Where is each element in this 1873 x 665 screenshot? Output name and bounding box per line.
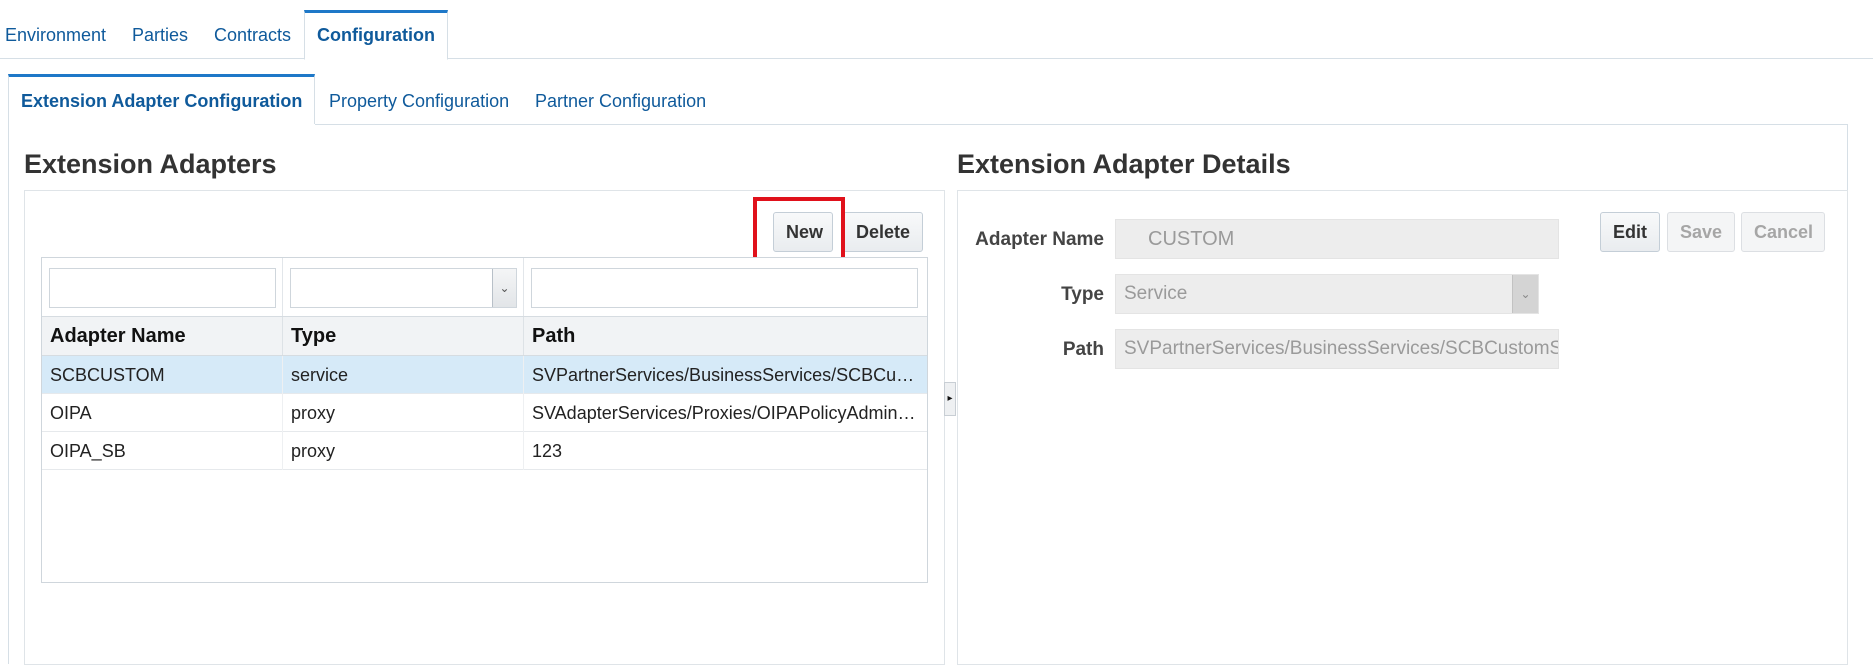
tab-property-configuration[interactable]: Property Configuration [329, 74, 509, 124]
type-select-value: Service [1124, 283, 1188, 304]
tab-parties[interactable]: Parties [132, 10, 188, 59]
table-row[interactable]: OIPA proxy SVAdapterServices/Proxies/OIP… [42, 394, 927, 432]
path-label: Path [1062, 339, 1104, 360]
new-button[interactable]: New [773, 212, 833, 252]
cell-type: proxy [283, 394, 524, 432]
table-row[interactable]: OIPA_SB proxy 123 [42, 432, 927, 470]
top-tab-bar: Environment Parties Contracts Configurat… [0, 10, 1873, 60]
chevron-down-icon[interactable]: ⌄ [1512, 275, 1538, 313]
filter-type-select[interactable]: ⌄ [290, 268, 517, 308]
extension-adapters-title: Extension Adapters [24, 149, 277, 179]
cancel-button[interactable]: Cancel [1741, 212, 1825, 252]
adapters-table: ⌄ Adapter Name Type Path SCBCUSTOM servi… [41, 257, 928, 583]
table-row[interactable]: SCBCUSTOM service SVPartnerServices/Busi… [42, 356, 927, 394]
column-header-adapter-name[interactable]: Adapter Name [42, 317, 283, 355]
extension-adapter-details-title: Extension Adapter Details [957, 149, 1291, 179]
cell-adapter-name: SCBCUSTOM [42, 356, 283, 394]
adapter-name-label: Adapter Name [975, 229, 1104, 250]
filter-cell-type: ⌄ [283, 258, 524, 316]
filter-name-input[interactable] [49, 268, 276, 308]
column-header-path[interactable]: Path [524, 317, 927, 355]
tab-environment[interactable]: Environment [5, 10, 106, 59]
cell-type: proxy [283, 432, 524, 470]
type-select[interactable]: Service ⌄ [1115, 274, 1539, 314]
cell-type: service [283, 356, 524, 394]
edit-button[interactable]: Edit [1600, 212, 1660, 252]
cell-adapter-name: OIPA [42, 394, 283, 432]
save-button[interactable]: Save [1667, 212, 1735, 252]
adapter-name-field[interactable]: CUSTOM [1115, 219, 1559, 259]
filter-cell-name [42, 258, 283, 316]
cell-adapter-name: OIPA_SB [42, 432, 283, 470]
tab-configuration[interactable]: Configuration [304, 10, 448, 60]
column-header-type[interactable]: Type [283, 317, 524, 355]
extension-adapter-details-panel [957, 190, 1848, 665]
cell-path: SVPartnerServices/BusinessServices/SCBCu… [532, 365, 927, 385]
path-field[interactable]: SVPartnerServices/BusinessServices/SCBCu… [1115, 329, 1559, 369]
type-label: Type [1061, 284, 1104, 305]
cell-path: SVAdapterServices/Proxies/OIPAPolicyAdmi… [532, 403, 927, 423]
filter-cell-path [524, 258, 927, 316]
chevron-down-icon[interactable]: ⌄ [492, 269, 516, 307]
tab-contracts[interactable]: Contracts [214, 10, 291, 59]
cell-path: 123 [532, 441, 563, 461]
tab-extension-adapter-configuration[interactable]: Extension Adapter Configuration [8, 74, 316, 124]
panel-splitter-collapse-icon[interactable]: ▸ [944, 382, 956, 416]
filter-path-input[interactable] [531, 268, 918, 308]
sub-tab-bar: Extension Adapter Configuration Property… [8, 74, 1848, 124]
tab-partner-configuration[interactable]: Partner Configuration [535, 74, 706, 124]
table-header: Adapter Name Type Path [42, 316, 927, 356]
delete-button[interactable]: Delete [843, 212, 923, 252]
